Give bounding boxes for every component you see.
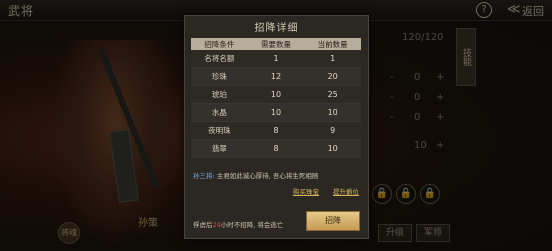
condition-cell: 夜明珠: [191, 121, 248, 140]
required-cell: 12: [247, 67, 305, 86]
quote-text: 主君如此诚心厚待, 吾心将生死相随: [216, 172, 319, 180]
current-cell: 10: [304, 139, 361, 158]
warning-prefix: 俘虏后: [193, 221, 213, 229]
table-row: 翡翠 8 10: [191, 139, 361, 158]
raise-rank-link[interactable]: 提升爵位: [333, 186, 359, 196]
warning-suffix: 小时不招降, 将会逃亡: [220, 221, 284, 229]
table-row: 琥珀 10 25: [191, 85, 361, 104]
required-cell: 10: [247, 85, 305, 104]
condition-cell: 翡翠: [191, 139, 248, 158]
current-cell: 9: [304, 121, 361, 140]
condition-cell: 水晶: [191, 103, 248, 122]
recruit-button[interactable]: 招降: [306, 211, 360, 231]
dialog-title: 招降详细: [254, 23, 299, 34]
column-header: 当前数量: [304, 38, 361, 50]
escape-warning: 俘虏后24小时不招降, 将会逃亡: [193, 219, 283, 229]
required-cell: 1: [247, 50, 305, 68]
current-cell: 20: [304, 67, 361, 86]
required-cell: 8: [247, 121, 305, 140]
table-row: 名将名额 1 1: [191, 50, 361, 68]
condition-cell: 珍珠: [191, 67, 248, 86]
column-header: 需要数量: [247, 38, 305, 50]
table-header-row: 招降条件 需要数量 当前数量: [191, 38, 361, 50]
current-cell: 10: [304, 103, 361, 122]
required-cell: 8: [247, 139, 305, 158]
general-quote: 孙三将: 主君如此诚心厚待, 吾心将生死相随: [193, 170, 363, 180]
required-cell: 10: [247, 103, 305, 122]
column-header: 招降条件: [191, 38, 248, 50]
current-cell: 25: [304, 85, 361, 104]
condition-cell: 名将名额: [191, 50, 248, 68]
table-row: 夜明珠 8 9: [191, 121, 361, 140]
table-row: 水晶 10 10: [191, 103, 361, 122]
condition-cell: 琥珀: [191, 85, 248, 104]
requirements-table: 招降条件 需要数量 当前数量 名将名额 1 1 珍珠 12 20 琥珀 10 2…: [191, 38, 361, 158]
buy-jewels-link[interactable]: 购买珠宝: [293, 186, 319, 196]
current-cell: 1: [304, 50, 361, 68]
table-row: 珍珠 12 20: [191, 67, 361, 86]
quote-speaker: 孙三将:: [193, 172, 215, 180]
warning-hours: 24: [212, 221, 221, 229]
recruit-detail-dialog: 招降详细 招降条件 需要数量 当前数量 名将名额 1 1 珍珠 12 20 琥珀…: [184, 15, 369, 239]
